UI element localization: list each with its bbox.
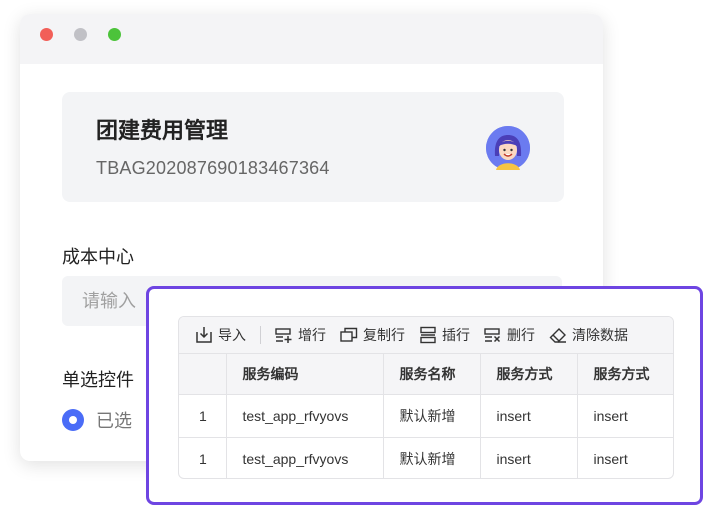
add-row-label: 增行 <box>298 327 326 343</box>
clear-data-button[interactable]: 清除数据 <box>549 325 628 345</box>
eraser-icon <box>549 328 566 343</box>
cost-center-label: 成本中心 <box>62 247 134 267</box>
import-label: 导入 <box>218 327 246 343</box>
table-row[interactable]: 1 test_app_rfvyovs 默认新增 insert insert <box>179 437 673 479</box>
table-panel: 导入 增行 复制行 插行 删行 清除数据 服务编码 服务名称 服务方式 服务方式… <box>146 286 703 505</box>
radio-button[interactable] <box>62 409 84 431</box>
column-header-service-code[interactable]: 服务编码 <box>226 354 384 395</box>
table-header-row: 服务编码 服务名称 服务方式 服务方式 <box>179 354 673 395</box>
import-icon <box>196 327 212 343</box>
minimize-window-button[interactable] <box>74 28 87 41</box>
grid-toolbar: 导入 增行 复制行 插行 删行 清除数据 <box>179 317 673 354</box>
service-code-cell[interactable]: test_app_rfvyovs <box>226 394 384 438</box>
toolbar-divider <box>260 326 261 344</box>
service-name-cell[interactable]: 默认新增 <box>383 437 481 478</box>
add-row-icon <box>275 328 292 343</box>
column-header-service-name[interactable]: 服务名称 <box>383 354 481 395</box>
avatar[interactable] <box>486 126 530 170</box>
copy-row-label: 复制行 <box>363 327 405 343</box>
row-index-cell: 1 <box>179 437 227 478</box>
column-header-service-method-2[interactable]: 服务方式 <box>577 354 673 395</box>
editable-grid: 导入 增行 复制行 插行 删行 清除数据 服务编码 服务名称 服务方式 服务方式… <box>178 316 674 479</box>
service-method-cell[interactable]: insert <box>480 394 578 438</box>
service-code-cell[interactable]: test_app_rfvyovs <box>226 437 384 478</box>
insert-row-label: 插行 <box>442 327 470 343</box>
insert-row-icon <box>420 326 436 344</box>
add-row-button[interactable]: 增行 <box>275 325 326 345</box>
insert-row-button[interactable]: 插行 <box>419 325 470 345</box>
window-titlebar <box>20 14 603 64</box>
column-header-service-method[interactable]: 服务方式 <box>480 354 578 395</box>
maximize-window-button[interactable] <box>108 28 121 41</box>
copy-row-button[interactable]: 复制行 <box>340 325 405 345</box>
service-table: 服务编码 服务名称 服务方式 服务方式 1 test_app_rfvyovs 默… <box>179 354 673 479</box>
service-method-cell-2[interactable]: insert <box>577 394 673 438</box>
delete-row-label: 删行 <box>507 327 535 343</box>
delete-row-button[interactable]: 删行 <box>484 325 535 345</box>
document-title: 团建费用管理 <box>96 118 229 143</box>
avatar-icon <box>486 126 530 170</box>
radio-control-label: 单选控件 <box>62 370 134 390</box>
table-row[interactable]: 1 test_app_rfvyovs 默认新增 insert insert <box>179 394 673 438</box>
document-header-card: 团建费用管理 TBAG20208769018346736​4 <box>62 92 564 202</box>
close-window-button[interactable] <box>40 28 53 41</box>
column-header-index <box>179 354 227 395</box>
copy-row-icon <box>340 327 358 342</box>
row-index-cell: 1 <box>179 394 227 438</box>
document-code: TBAG20208769018346736​4 <box>96 158 330 178</box>
service-method-cell[interactable]: insert <box>480 437 578 478</box>
service-method-cell-2[interactable]: insert <box>577 438 673 479</box>
radio-option-label: 已选 <box>96 411 132 431</box>
radio-option-selected[interactable]: 已选 <box>62 407 132 433</box>
delete-row-icon <box>484 328 501 343</box>
import-button[interactable]: 导入 <box>195 325 246 345</box>
clear-data-label: 清除数据 <box>572 327 628 343</box>
service-name-cell[interactable]: 默认新增 <box>383 394 481 438</box>
